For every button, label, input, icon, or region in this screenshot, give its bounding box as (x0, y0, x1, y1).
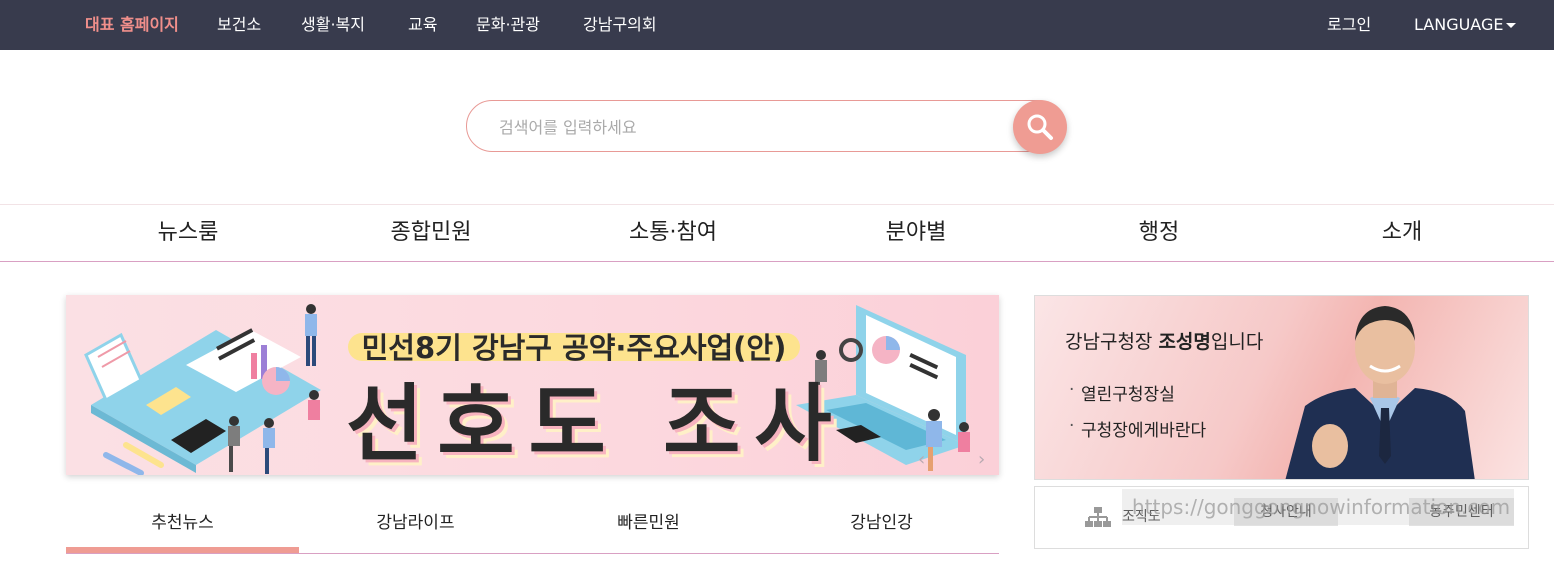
mayor-name: 조성명 (1158, 331, 1211, 353)
top-nav-education[interactable]: 교육 (408, 0, 437, 50)
mayor-title-prefix: 강남구청장 (1065, 331, 1159, 353)
search-icon (1027, 114, 1053, 140)
mayor-photo (1285, 306, 1475, 479)
search-box (466, 100, 1064, 153)
top-nav-life-welfare[interactable]: 생활·복지 (301, 0, 365, 50)
tab-quick-civil-service[interactable]: 빠른민원 (532, 497, 765, 549)
chevron-right-icon[interactable]: › (978, 449, 985, 470)
mayor-box: 강남구청장 조성명입니다 · 열린구청장실 · 구청장에게바란다 (1034, 295, 1529, 480)
caret-down-icon (1506, 23, 1517, 28)
banner-title: 선호도 조사 (346, 375, 846, 473)
language-dropdown[interactable]: LANGUAGE (1414, 0, 1517, 50)
mayor-title-suffix: 입니다 (1210, 331, 1264, 353)
link-open-mayor-office-label: 열린구청장실 (1081, 385, 1175, 405)
link-suggestions-to-mayor-label: 구청장에게바란다 (1081, 421, 1207, 441)
top-nav-health-center[interactable]: 보건소 (217, 0, 261, 50)
org-chart-icon (1085, 507, 1111, 527)
news-tabs: 추천뉴스 강남라이프 빠른민원 강남인강 (66, 497, 999, 554)
nav-civil-service[interactable]: 종합민원 (391, 205, 472, 261)
nav-communication[interactable]: 소통·참여 (629, 205, 717, 261)
search-input[interactable] (497, 101, 981, 153)
top-nav-district-council[interactable]: 강남구의회 (583, 0, 657, 50)
top-nav-main-homepage[interactable]: 대표 홈페이지 (85, 0, 179, 50)
nav-about[interactable]: 소개 (1382, 205, 1422, 261)
main-nav: 뉴스룸 종합민원 소통·참여 분야별 행정 소개 (0, 204, 1554, 262)
chevron-left-icon[interactable]: ‹ (918, 449, 925, 470)
tab-recommended-news[interactable]: 추천뉴스 (66, 497, 299, 553)
watermark-overlay: https://gonggongnowinformation.com (1122, 489, 1514, 525)
nav-newsroom[interactable]: 뉴스룸 (158, 205, 219, 261)
survey-banner[interactable]: 민선8기 강남구 공약·주요사업(안) 선호도 조사 ‹ › (66, 295, 999, 475)
nav-administration[interactable]: 행정 (1139, 205, 1179, 261)
top-nav-culture-tourism[interactable]: 문화·관광 (476, 0, 540, 50)
link-suggestions-to-mayor[interactable]: · 구청장에게바란다 (1069, 416, 1207, 441)
top-bar: 대표 홈페이지 보건소 생활·복지 교육 문화·관광 강남구의회 로그인 LAN… (0, 0, 1554, 50)
nav-by-field[interactable]: 분야별 (886, 205, 947, 261)
tab-gangnam-lecture[interactable]: 강남인강 (765, 497, 998, 549)
bullet-icon: · (1069, 380, 1075, 400)
mayor-title: 강남구청장 조성명입니다 (1065, 327, 1263, 354)
login-link[interactable]: 로그인 (1327, 0, 1371, 50)
link-open-mayor-office[interactable]: · 열린구청장실 (1069, 380, 1175, 405)
tab-gangnam-life[interactable]: 강남라이프 (299, 497, 532, 549)
bullet-icon: · (1069, 416, 1075, 436)
language-label: LANGUAGE (1414, 15, 1504, 34)
search-button[interactable] (1013, 100, 1067, 154)
